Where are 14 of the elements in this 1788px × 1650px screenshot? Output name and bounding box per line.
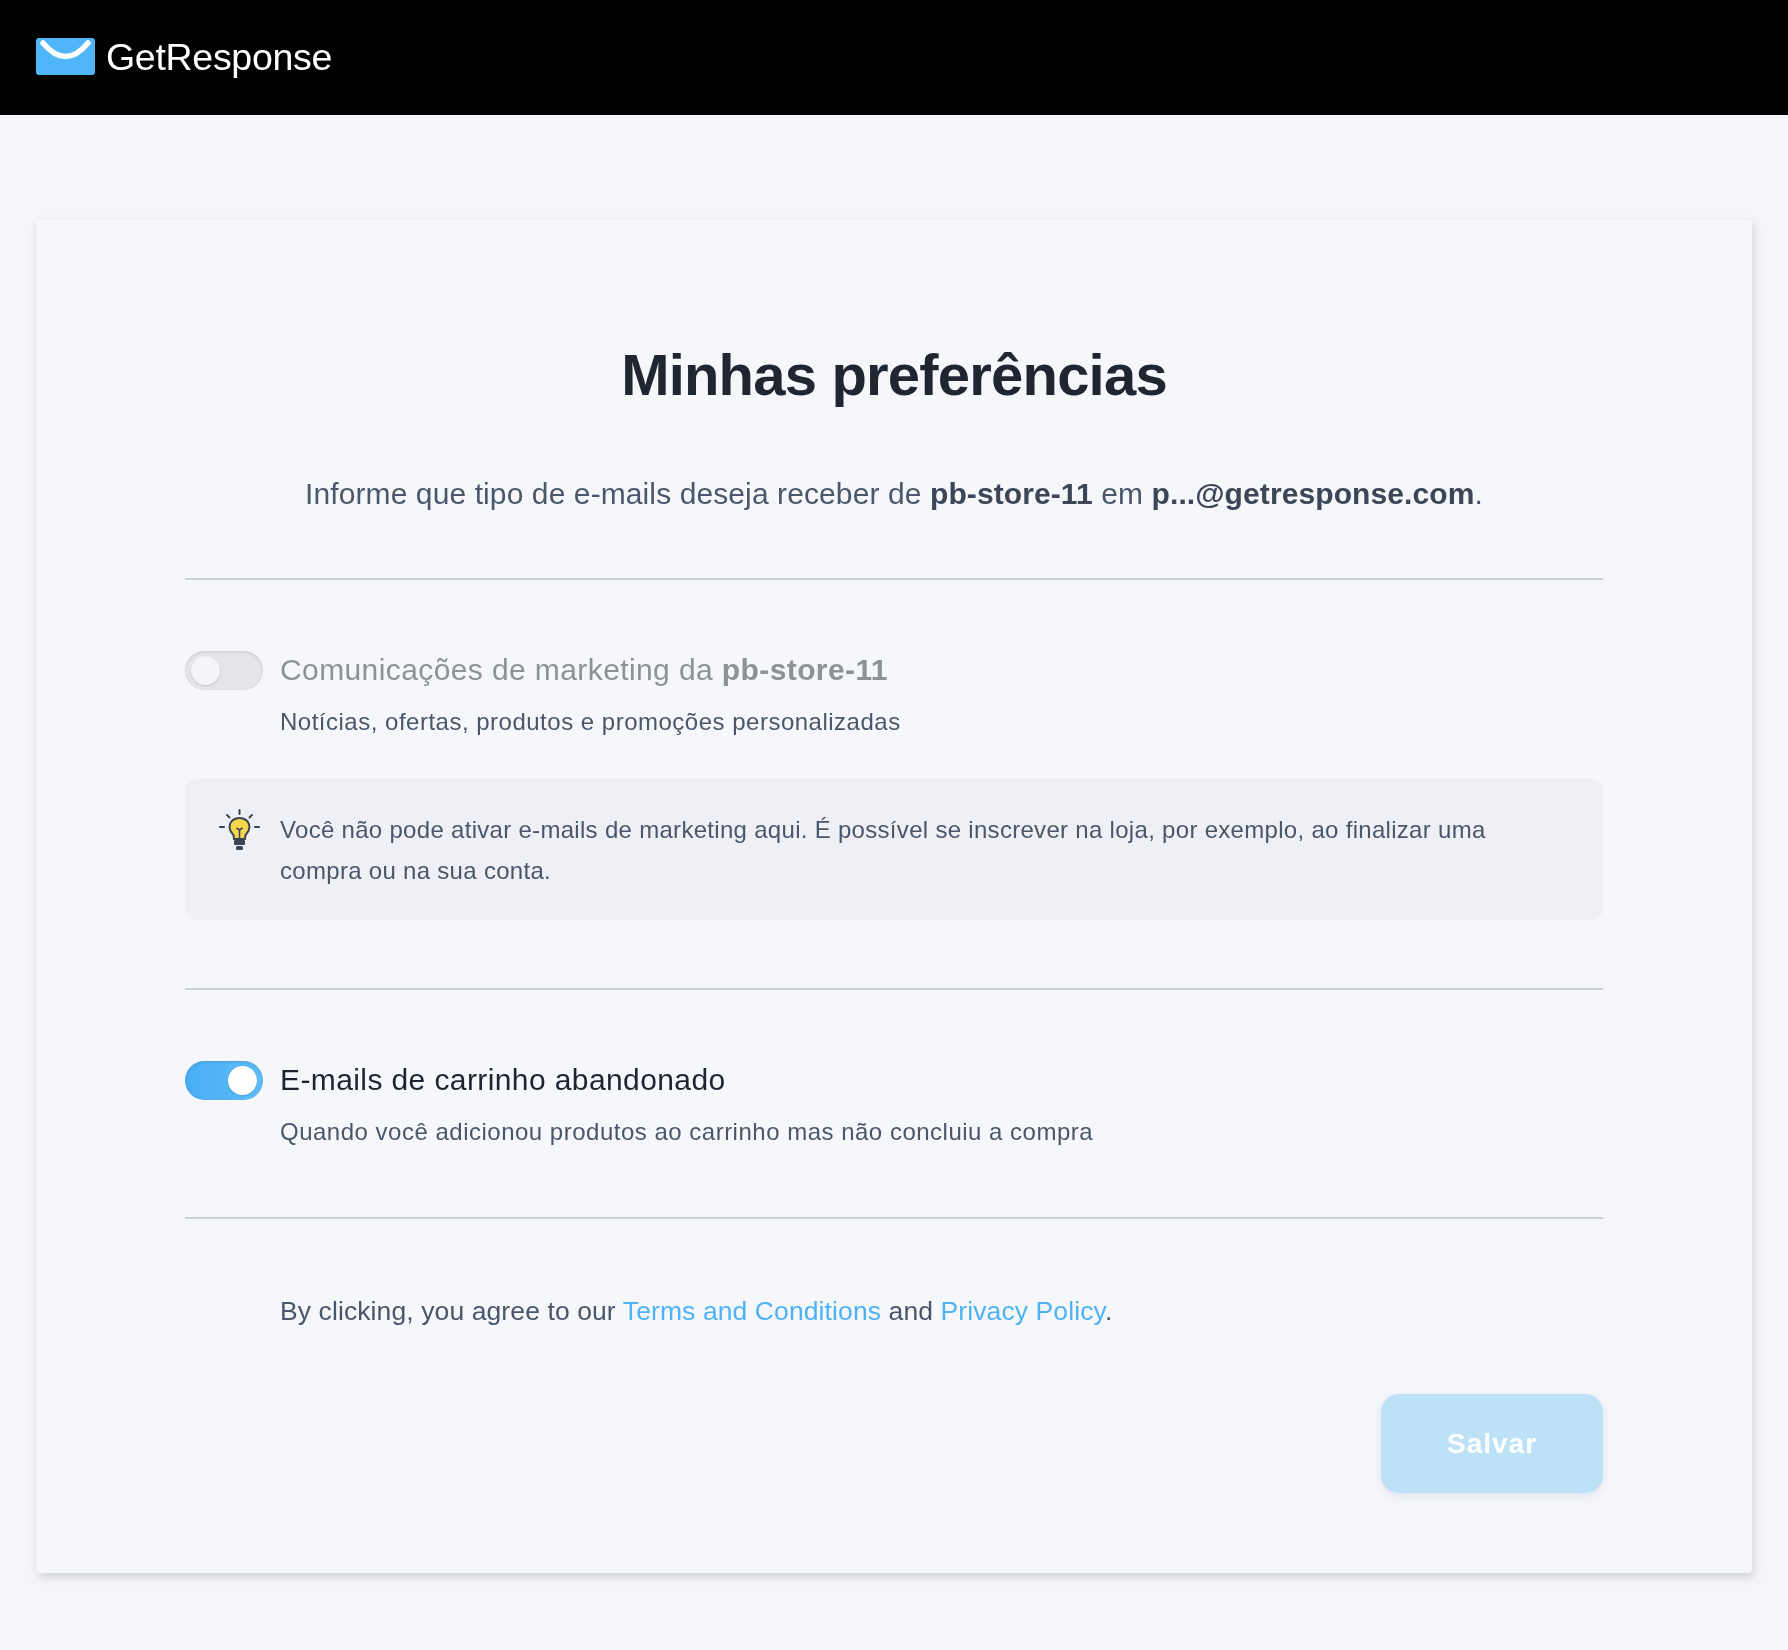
logo-icon — [36, 38, 95, 75]
intro-text: Informe que tipo de e-mails deseja receber de pb-store-11 em p...@getresponse.com. — [304, 476, 1484, 512]
note-text: Você não pode ativar e-mails de marketing aqui. É possível se inscrever na loja, por exemplo, ao finalizar uma compra ou na sua conta. — [280, 815, 1487, 886]
option-label: Comunicações de marketing da pb-store-11 — [280, 652, 888, 688]
page-title: Minhas preferências — [620, 342, 1168, 408]
option-label: E-mails de carrinho abandonado — [280, 1062, 726, 1098]
toggle-switch[interactable] — [185, 1060, 263, 1100]
option-description: Quando você adicionou produtos ao carrinho mas não concluiu a compra — [280, 1117, 1095, 1147]
option-description: Notícias, ofertas, produtos e promoções personalizadas — [280, 707, 902, 737]
consent-text: By clicking, you agree to our Terms and Conditions and Privacy Policy. — [280, 1295, 1114, 1328]
lightbulb-icon — [219, 809, 260, 852]
text-link[interactable]: Terms and Conditions — [622, 1296, 882, 1326]
logo-text: GetResponse — [106, 35, 332, 78]
text-link[interactable]: Privacy Policy — [940, 1296, 1105, 1326]
